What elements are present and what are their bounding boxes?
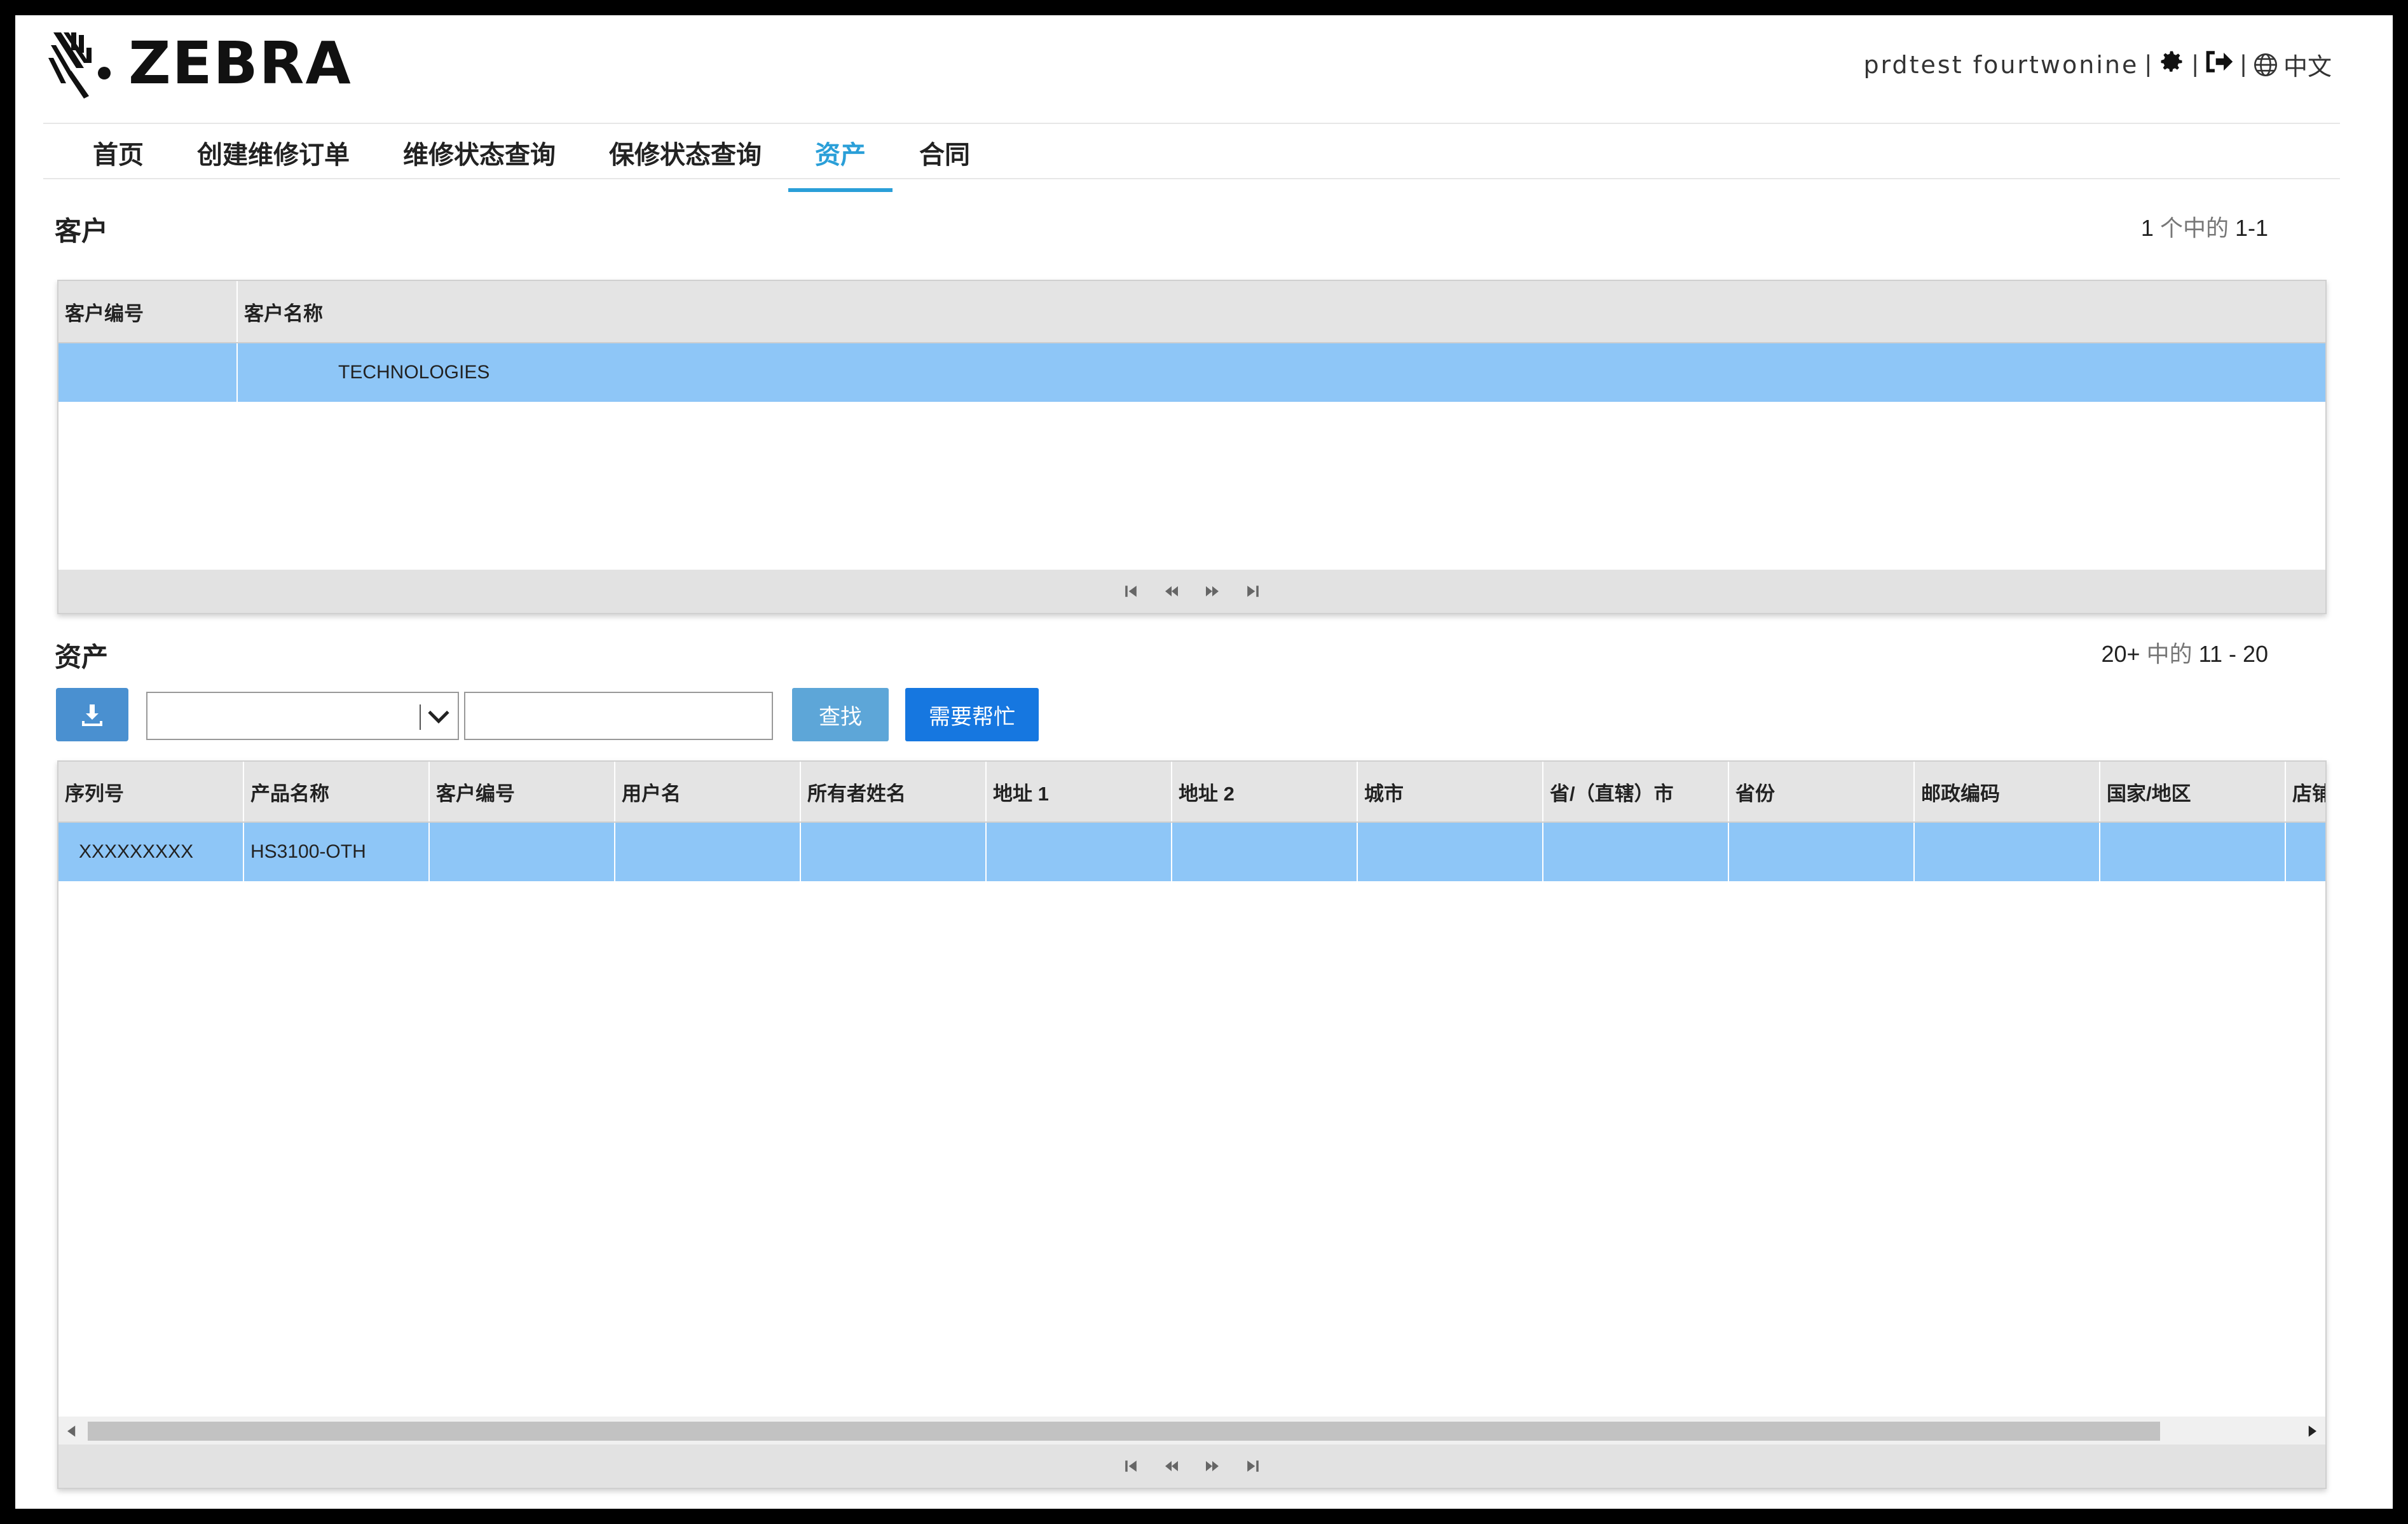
download-icon (82, 704, 102, 726)
nav-item-contracts[interactable]: 合同 (893, 128, 997, 192)
last-page-icon[interactable] (1243, 1457, 1262, 1476)
prev-page-icon[interactable] (1162, 1457, 1181, 1476)
column-header-user-name[interactable]: 用户名 (615, 762, 801, 821)
cell-store (2286, 823, 2325, 881)
table-row[interactable]: XXXXXXXXX HS3100-OTH (58, 823, 2325, 881)
next-page-icon[interactable] (1203, 1457, 1222, 1476)
customer-grid: 客户编号 客户名称 TECHNOLOGIES (57, 280, 2327, 614)
language-switcher[interactable]: 中文 (2253, 47, 2332, 82)
column-header-country[interactable]: 国家/地区 (2100, 762, 2286, 821)
first-page-icon[interactable] (1121, 1457, 1140, 1476)
cell-customer-name: TECHNOLOGIES (238, 343, 2325, 402)
column-header-customer-name[interactable]: 客户名称 (238, 281, 2325, 342)
cell-product-name: HS3100-OTH (244, 823, 430, 881)
column-header-product-name[interactable]: 产品名称 (244, 762, 430, 821)
asset-pager-range: 11 - 20 (2198, 641, 2268, 667)
nav-item-home[interactable]: 首页 (66, 128, 170, 192)
column-header-address-2[interactable]: 地址 2 (1172, 762, 1358, 821)
help-button[interactable]: 需要帮忙 (905, 688, 1039, 741)
filter-select[interactable] (146, 692, 459, 740)
first-page-icon[interactable] (1121, 582, 1140, 601)
download-button[interactable] (56, 688, 128, 741)
column-header-owner-name[interactable]: 所有者姓名 (801, 762, 987, 821)
language-label: 中文 (2283, 54, 2332, 81)
cell-province (1729, 823, 1915, 881)
asset-grid-pager (58, 1445, 2325, 1488)
customer-grid-pager (58, 570, 2325, 613)
customer-pager-of: 个中的 (2159, 215, 2229, 241)
user-name[interactable]: prdtest fourtwonine (1863, 51, 2138, 79)
asset-pager-of: 中的 (2146, 641, 2193, 667)
column-header-province[interactable]: 省份 (1729, 762, 1915, 821)
nav-divider (43, 178, 2340, 179)
find-button[interactable]: 查找 (792, 688, 889, 741)
zebra-logo-icon (48, 32, 111, 99)
main-nav: 首页 创建维修订单 维修状态查询 保修状态查询 资产 合同 (66, 128, 997, 192)
cell-city (1358, 823, 1543, 881)
separator: | (2240, 51, 2247, 78)
cell-customer-id (430, 823, 615, 881)
search-input[interactable] (464, 692, 773, 740)
column-header-postal-code[interactable]: 邮政编码 (1915, 762, 2100, 821)
column-header-customer-id[interactable]: 客户编号 (430, 762, 615, 821)
user-bar: prdtest fourtwonine | | | 中文 (1863, 47, 2332, 82)
scroll-right-icon[interactable] (2302, 1422, 2322, 1441)
cell-country (2100, 823, 2286, 881)
customer-pager-count: 1 (2140, 215, 2154, 241)
gear-icon[interactable] (2158, 48, 2186, 82)
cell-municipality (1543, 823, 1729, 881)
column-header-address-1[interactable]: 地址 1 (987, 762, 1172, 821)
horizontal-scrollbar[interactable] (58, 1417, 2325, 1445)
chevron-down-icon[interactable] (426, 702, 451, 732)
scroll-left-icon[interactable] (62, 1422, 81, 1441)
asset-grid: 序列号 产品名称 客户编号 用户名 所有者姓名 地址 1 地址 2 城市 省/（… (57, 760, 2327, 1489)
separator: | (2145, 51, 2152, 78)
nav-item-assets[interactable]: 资产 (788, 128, 893, 192)
separator: | (2192, 51, 2199, 78)
asset-pager-info: 20+ 中的 11 - 20 (2101, 636, 2268, 669)
customer-section-title: 客户 (55, 216, 109, 246)
cell-postal-code (1915, 823, 2100, 881)
zebra-logo[interactable]: ZEBRA (46, 22, 352, 104)
last-page-icon[interactable] (1243, 582, 1262, 601)
nav-item-repair-status[interactable]: 维修状态查询 (376, 128, 582, 192)
scrollbar-thumb[interactable] (88, 1422, 2160, 1441)
table-row[interactable]: TECHNOLOGIES (58, 343, 2325, 402)
asset-pager-count: 20+ (2101, 641, 2140, 667)
customer-grid-header: 客户编号 客户名称 (58, 281, 2325, 343)
asset-section-title: 资产 (55, 642, 109, 672)
select-divider (420, 704, 421, 730)
cell-serial-number: XXXXXXXXX (58, 823, 244, 881)
app-frame: ZEBRA prdtest fourtwonine | | | 中文 首页 创建… (15, 15, 2393, 1509)
next-page-icon[interactable] (1203, 582, 1222, 601)
customer-pager-range: 1-1 (2234, 215, 2268, 241)
globe-icon (2254, 53, 2277, 76)
column-header-serial-number[interactable]: 序列号 (58, 762, 244, 821)
cell-address-1 (987, 823, 1172, 881)
column-header-customer-id[interactable]: 客户编号 (58, 281, 238, 342)
sign-out-icon[interactable] (2205, 48, 2234, 81)
cell-address-2 (1172, 823, 1358, 881)
prev-page-icon[interactable] (1162, 582, 1181, 601)
cell-customer-id (58, 343, 238, 402)
cell-owner-name (801, 823, 987, 881)
column-header-municipality[interactable]: 省/（直辖）市 (1543, 762, 1729, 821)
header-divider (43, 123, 2340, 124)
brand-name: ZEBRA (128, 29, 352, 97)
column-header-store[interactable]: 店铺 (2286, 762, 2325, 821)
nav-item-create-repair-order[interactable]: 创建维修订单 (170, 128, 376, 192)
column-header-city[interactable]: 城市 (1358, 762, 1543, 821)
asset-grid-header: 序列号 产品名称 客户编号 用户名 所有者姓名 地址 1 地址 2 城市 省/（… (58, 762, 2325, 823)
nav-item-warranty-status[interactable]: 保修状态查询 (582, 128, 788, 192)
cell-user-name (615, 823, 801, 881)
customer-pager-info: 1 个中的 1-1 (2141, 210, 2268, 243)
